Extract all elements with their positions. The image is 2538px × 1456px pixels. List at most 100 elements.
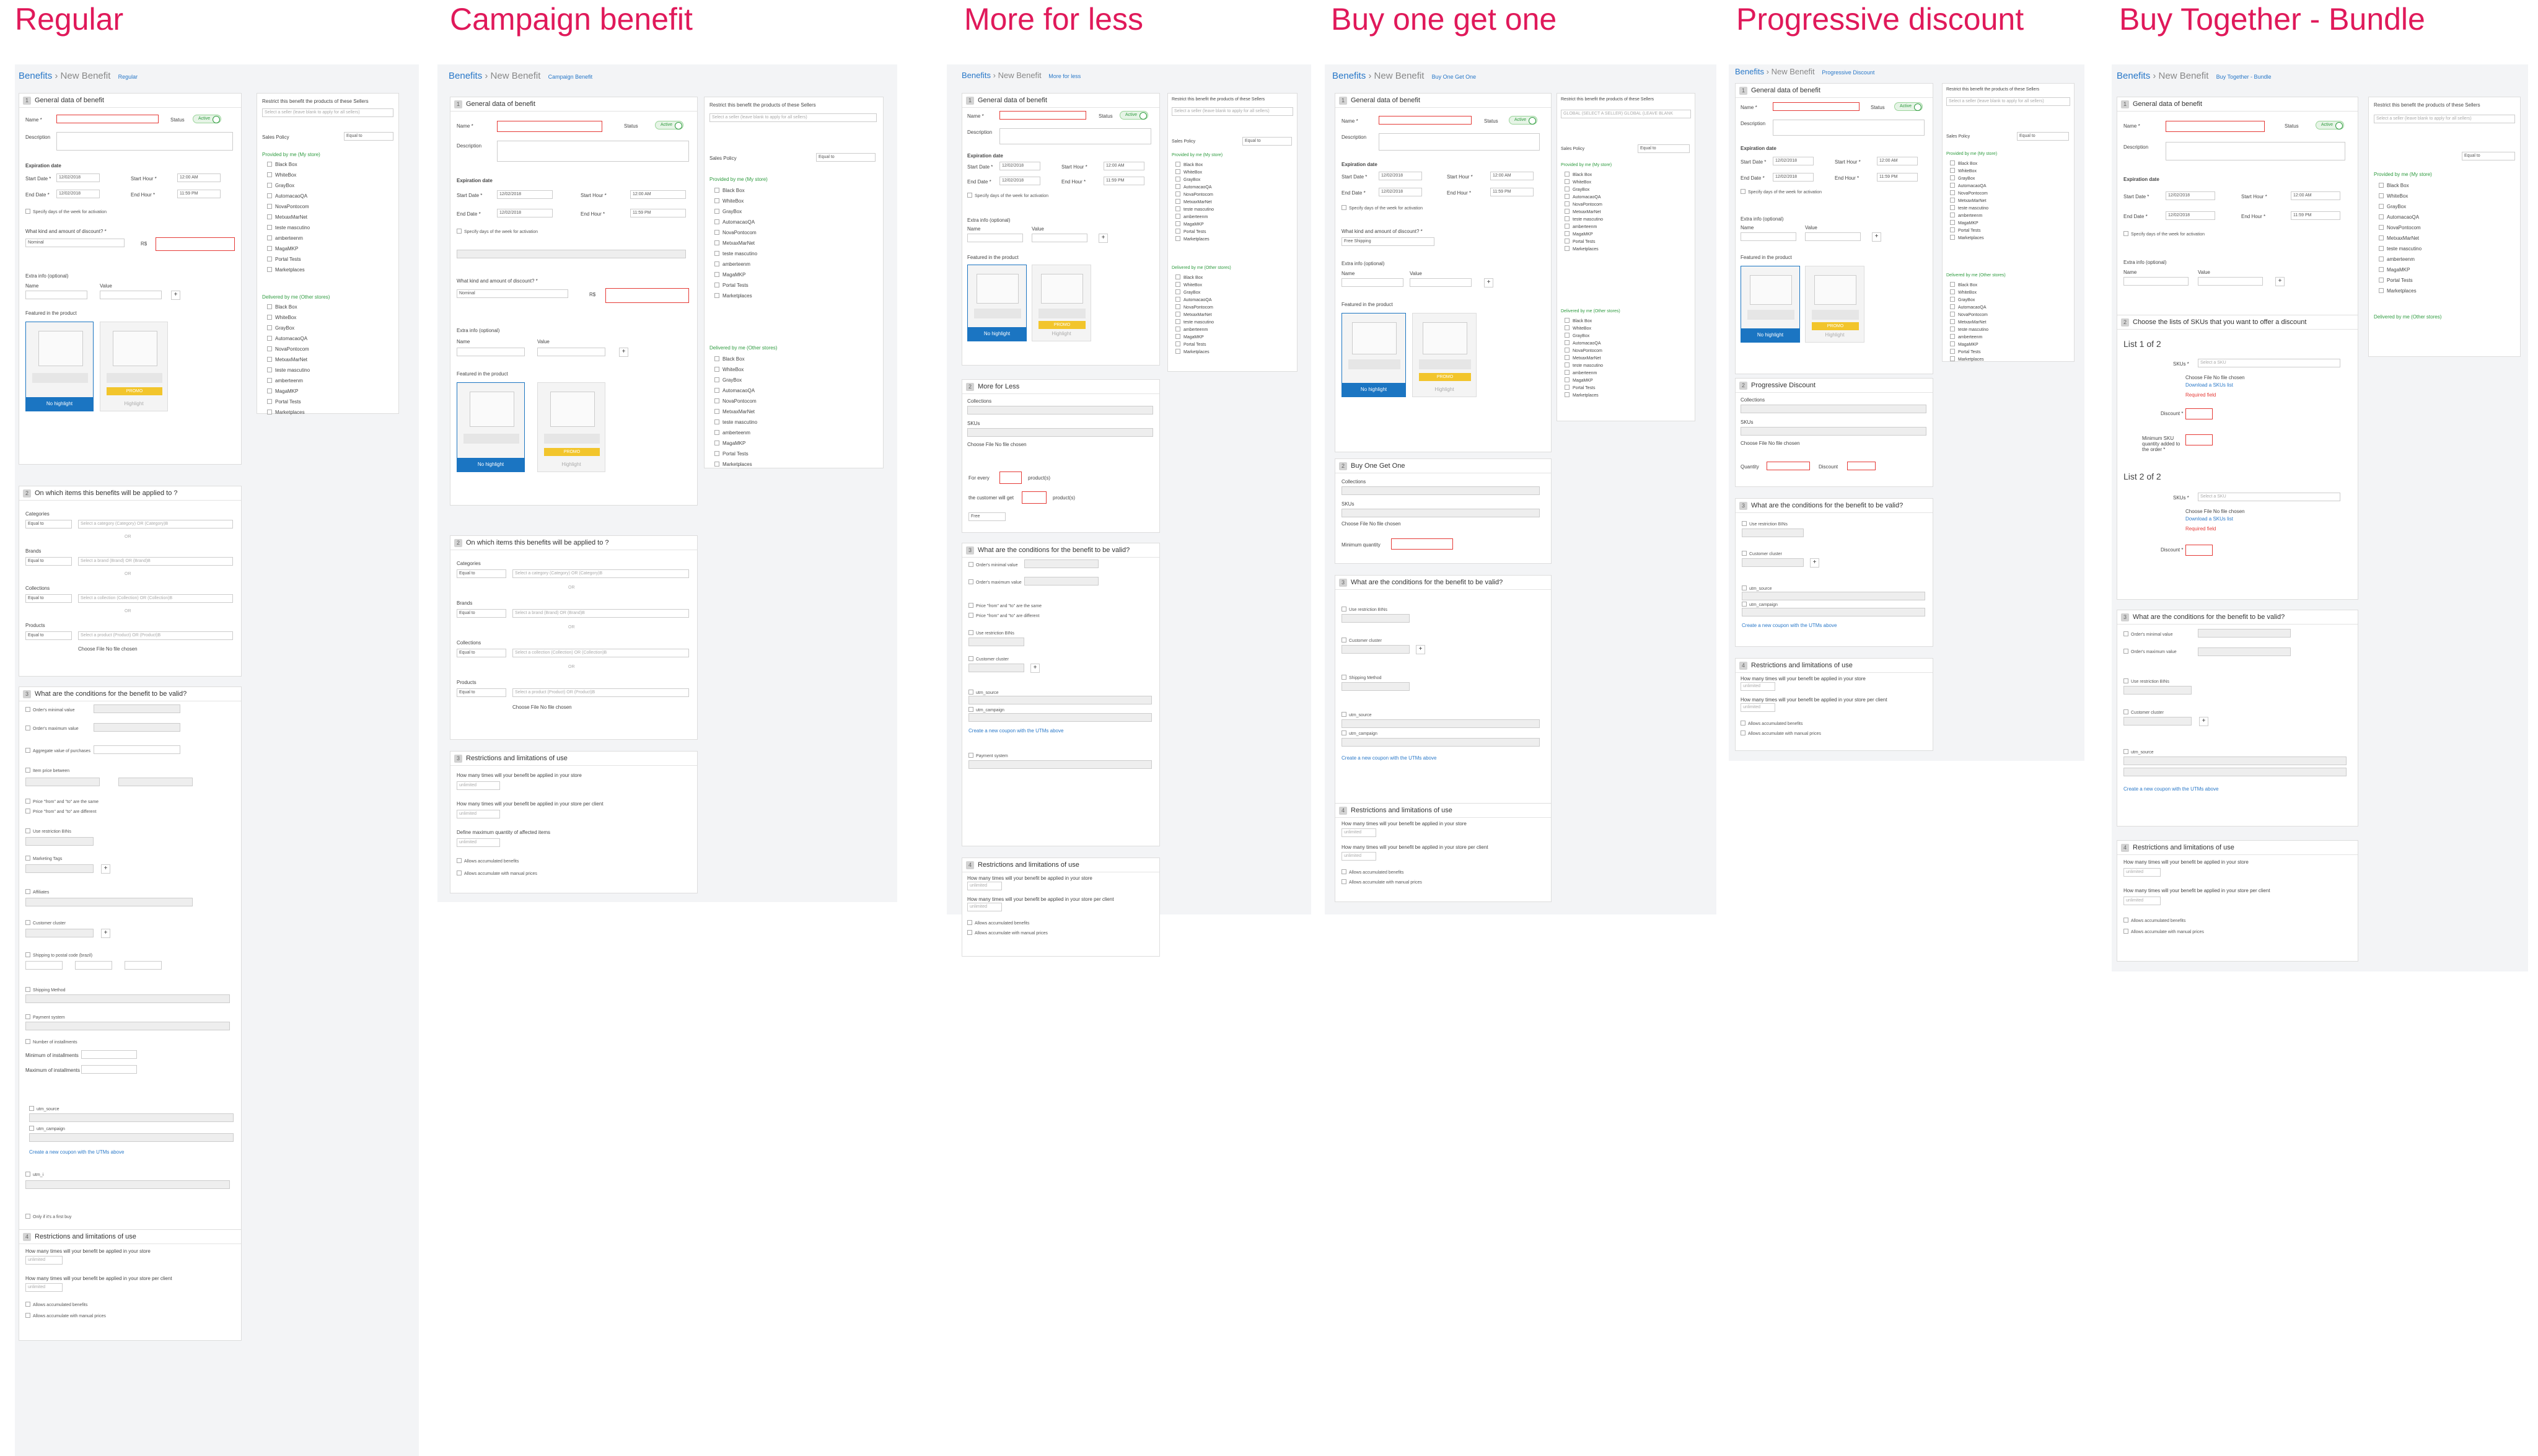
- collections-operator-select[interactable]: Equal to: [25, 594, 72, 603]
- seller-checkbox[interactable]: Portal Tests: [1175, 341, 1206, 347]
- seller-checkbox[interactable]: Black Box: [714, 188, 745, 193]
- categories-operator-select[interactable]: Equal to: [25, 520, 72, 528]
- seller-checkbox[interactable]: amberteenm: [714, 261, 750, 267]
- seller-checkbox[interactable]: AutomacaoQA: [714, 219, 755, 225]
- seller-checkbox[interactable]: WhiteBox: [714, 198, 744, 204]
- seller-checkbox[interactable]: MagaMKP: [1175, 221, 1204, 227]
- seller-checkbox[interactable]: GrayBox: [1950, 297, 1975, 302]
- seller-checkbox[interactable]: NovaPontocom: [1565, 201, 1602, 207]
- categories-input[interactable]: Select a category (Category) OR (Categor…: [78, 520, 233, 528]
- seller-checkbox[interactable]: Black Box: [1565, 318, 1592, 323]
- client-limit-input[interactable]: unlimited: [25, 1283, 63, 1292]
- seller-checkbox[interactable]: MagaMKP: [1565, 377, 1593, 383]
- seller-checkbox[interactable]: teste mascutino: [1565, 362, 1603, 368]
- products-operator-select[interactable]: Equal to: [25, 631, 72, 640]
- seller-checkbox[interactable]: MagaMKP: [267, 388, 298, 394]
- seller-checkbox[interactable]: MagaMKP: [714, 272, 745, 278]
- seller-checkbox[interactable]: GrayBox: [1565, 333, 1589, 338]
- status-toggle[interactable]: Active: [655, 121, 683, 129]
- seller-checkbox[interactable]: AutomacaoQA: [1565, 194, 1601, 200]
- seller-checkbox[interactable]: teste mascutino: [2379, 246, 2422, 252]
- extra-name-input[interactable]: [25, 291, 87, 299]
- seller-checkbox[interactable]: Marketplaces: [1950, 356, 1984, 362]
- seller-checkbox[interactable]: MagaMKP: [714, 441, 745, 446]
- seller-checkbox[interactable]: amberteenm: [1175, 327, 1208, 332]
- seller-checkbox[interactable]: amberteenm: [267, 378, 303, 384]
- seller-checkbox[interactable]: NovaPontocom: [267, 204, 309, 209]
- seller-checkbox[interactable]: Marketplaces: [2379, 288, 2417, 294]
- seller-checkbox[interactable]: NovaPontocom: [1175, 304, 1213, 310]
- seller-checkbox[interactable]: amberteenm: [1175, 214, 1208, 219]
- seller-checkbox[interactable]: WhiteBox: [1950, 168, 1977, 173]
- seller-checkbox[interactable]: MetxaxMarNet: [1950, 319, 1987, 325]
- seller-checkbox[interactable]: MetxaxMarNet: [1565, 209, 1601, 214]
- seller-checkbox[interactable]: WhiteBox: [1950, 289, 1977, 295]
- end-hour-input[interactable]: 11:59 PM: [177, 190, 221, 198]
- seller-checkbox[interactable]: MagaMKP: [1950, 341, 1978, 347]
- seller-checkbox[interactable]: Portal Tests: [714, 283, 749, 288]
- seller-checkbox[interactable]: Marketplaces: [714, 462, 752, 467]
- seller-checkbox[interactable]: WhiteBox: [1175, 169, 1202, 175]
- seller-checkbox[interactable]: NovaPontocom: [2379, 225, 2421, 230]
- name-input[interactable]: [497, 121, 602, 132]
- brands-input[interactable]: Select a brand (Brand) OR (Brand)B: [78, 557, 233, 566]
- seller-checkbox[interactable]: GrayBox: [1565, 186, 1589, 192]
- seller-checkbox[interactable]: MetxaxMarNet: [1950, 198, 1987, 203]
- start-date-input[interactable]: 12/02/2018: [56, 173, 100, 182]
- seller-checkbox[interactable]: Marketplaces: [267, 267, 305, 273]
- seller-checkbox[interactable]: Marketplaces: [267, 410, 305, 415]
- seller-checkbox[interactable]: teste mascutino: [1950, 327, 1988, 332]
- seller-checkbox[interactable]: MetxaxMarNet: [714, 409, 755, 414]
- seller-checkbox[interactable]: AutomacaoQA: [267, 193, 307, 199]
- end-date-input[interactable]: 12/02/2018: [56, 190, 100, 198]
- seller-checkbox[interactable]: Black Box: [1565, 172, 1592, 177]
- seller-checkbox[interactable]: Portal Tests: [1565, 385, 1595, 390]
- seller-checkbox[interactable]: amberteenm: [2379, 257, 2415, 262]
- seller-checkbox[interactable]: Marketplaces: [1565, 392, 1599, 398]
- seller-checkbox[interactable]: amberteenm: [1565, 224, 1597, 229]
- seller-checkbox[interactable]: amberteenm: [1950, 213, 1982, 218]
- seller-checkbox[interactable]: GrayBox: [714, 209, 742, 214]
- seller-checkbox[interactable]: NovaPontocom: [1175, 191, 1213, 197]
- discount-amount-input[interactable]: [156, 237, 235, 251]
- seller-checkbox[interactable]: teste mascutino: [267, 225, 310, 230]
- seller-checkbox[interactable]: teste mascutino: [1565, 216, 1603, 222]
- seller-checkbox[interactable]: AutomacaoQA: [1950, 183, 1987, 188]
- seller-checkbox[interactable]: Black Box: [714, 356, 745, 362]
- seller-checkbox[interactable]: Black Box: [267, 304, 297, 310]
- seller-checkbox[interactable]: Portal Tests: [1950, 349, 1980, 354]
- collections-input[interactable]: Select a collection (Collection) OR (Col…: [78, 594, 233, 603]
- seller-checkbox[interactable]: teste mascutino: [1950, 205, 1988, 211]
- discount-type-select[interactable]: Nominal: [25, 239, 125, 247]
- create-coupon-link[interactable]: Create a new coupon with the UTMs above: [29, 1149, 124, 1155]
- seller-checkbox[interactable]: teste mascutino: [714, 251, 757, 257]
- seller-checkbox[interactable]: NovaPontocom: [1950, 312, 1988, 317]
- seller-checkbox[interactable]: WhiteBox: [1565, 179, 1591, 185]
- seller-checkbox[interactable]: teste mascutino: [1175, 319, 1214, 325]
- weekdays-checkbox[interactable]: Specify days of the week for activation: [25, 209, 107, 214]
- seller-checkbox[interactable]: AutomacaoQA: [1950, 304, 1987, 310]
- seller-checkbox[interactable]: MagaMKP: [1950, 220, 1978, 226]
- start-hour-input[interactable]: 12:00 AM: [177, 173, 221, 182]
- seller-checkbox[interactable]: MagaMKP: [267, 246, 298, 252]
- seller-checkbox[interactable]: MetxaxMarNet: [714, 240, 755, 246]
- seller-checkbox[interactable]: AutomacaoQA: [2379, 214, 2419, 220]
- products-input[interactable]: Select a product (Product) OR (Product)B: [78, 631, 233, 640]
- seller-checkbox[interactable]: AutomacaoQA: [1175, 184, 1212, 190]
- seller-checkbox[interactable]: GrayBox: [1950, 175, 1975, 181]
- seller-checkbox[interactable]: MetxaxMarNet: [2379, 235, 2419, 241]
- seller-checkbox[interactable]: WhiteBox: [1565, 325, 1591, 331]
- seller-checkbox[interactable]: WhiteBox: [1175, 282, 1202, 287]
- seller-checkbox[interactable]: WhiteBox: [267, 172, 296, 178]
- seller-checkbox[interactable]: Portal Tests: [267, 257, 301, 262]
- seller-checkbox[interactable]: Black Box: [1175, 162, 1203, 167]
- sales-policy-select[interactable]: Equal to: [344, 132, 393, 141]
- name-input[interactable]: [56, 115, 159, 123]
- breadcrumb-root-link[interactable]: Benefits: [19, 71, 52, 81]
- seller-checkbox[interactable]: MetxaxMarNet: [267, 357, 307, 362]
- seller-checkbox[interactable]: Black Box: [1175, 274, 1203, 280]
- description-input[interactable]: [56, 132, 233, 151]
- seller-checkbox[interactable]: MetxaxMarNet: [1175, 199, 1212, 204]
- seller-checkbox[interactable]: amberteenm: [714, 430, 750, 436]
- seller-checkbox[interactable]: Portal Tests: [2379, 278, 2413, 283]
